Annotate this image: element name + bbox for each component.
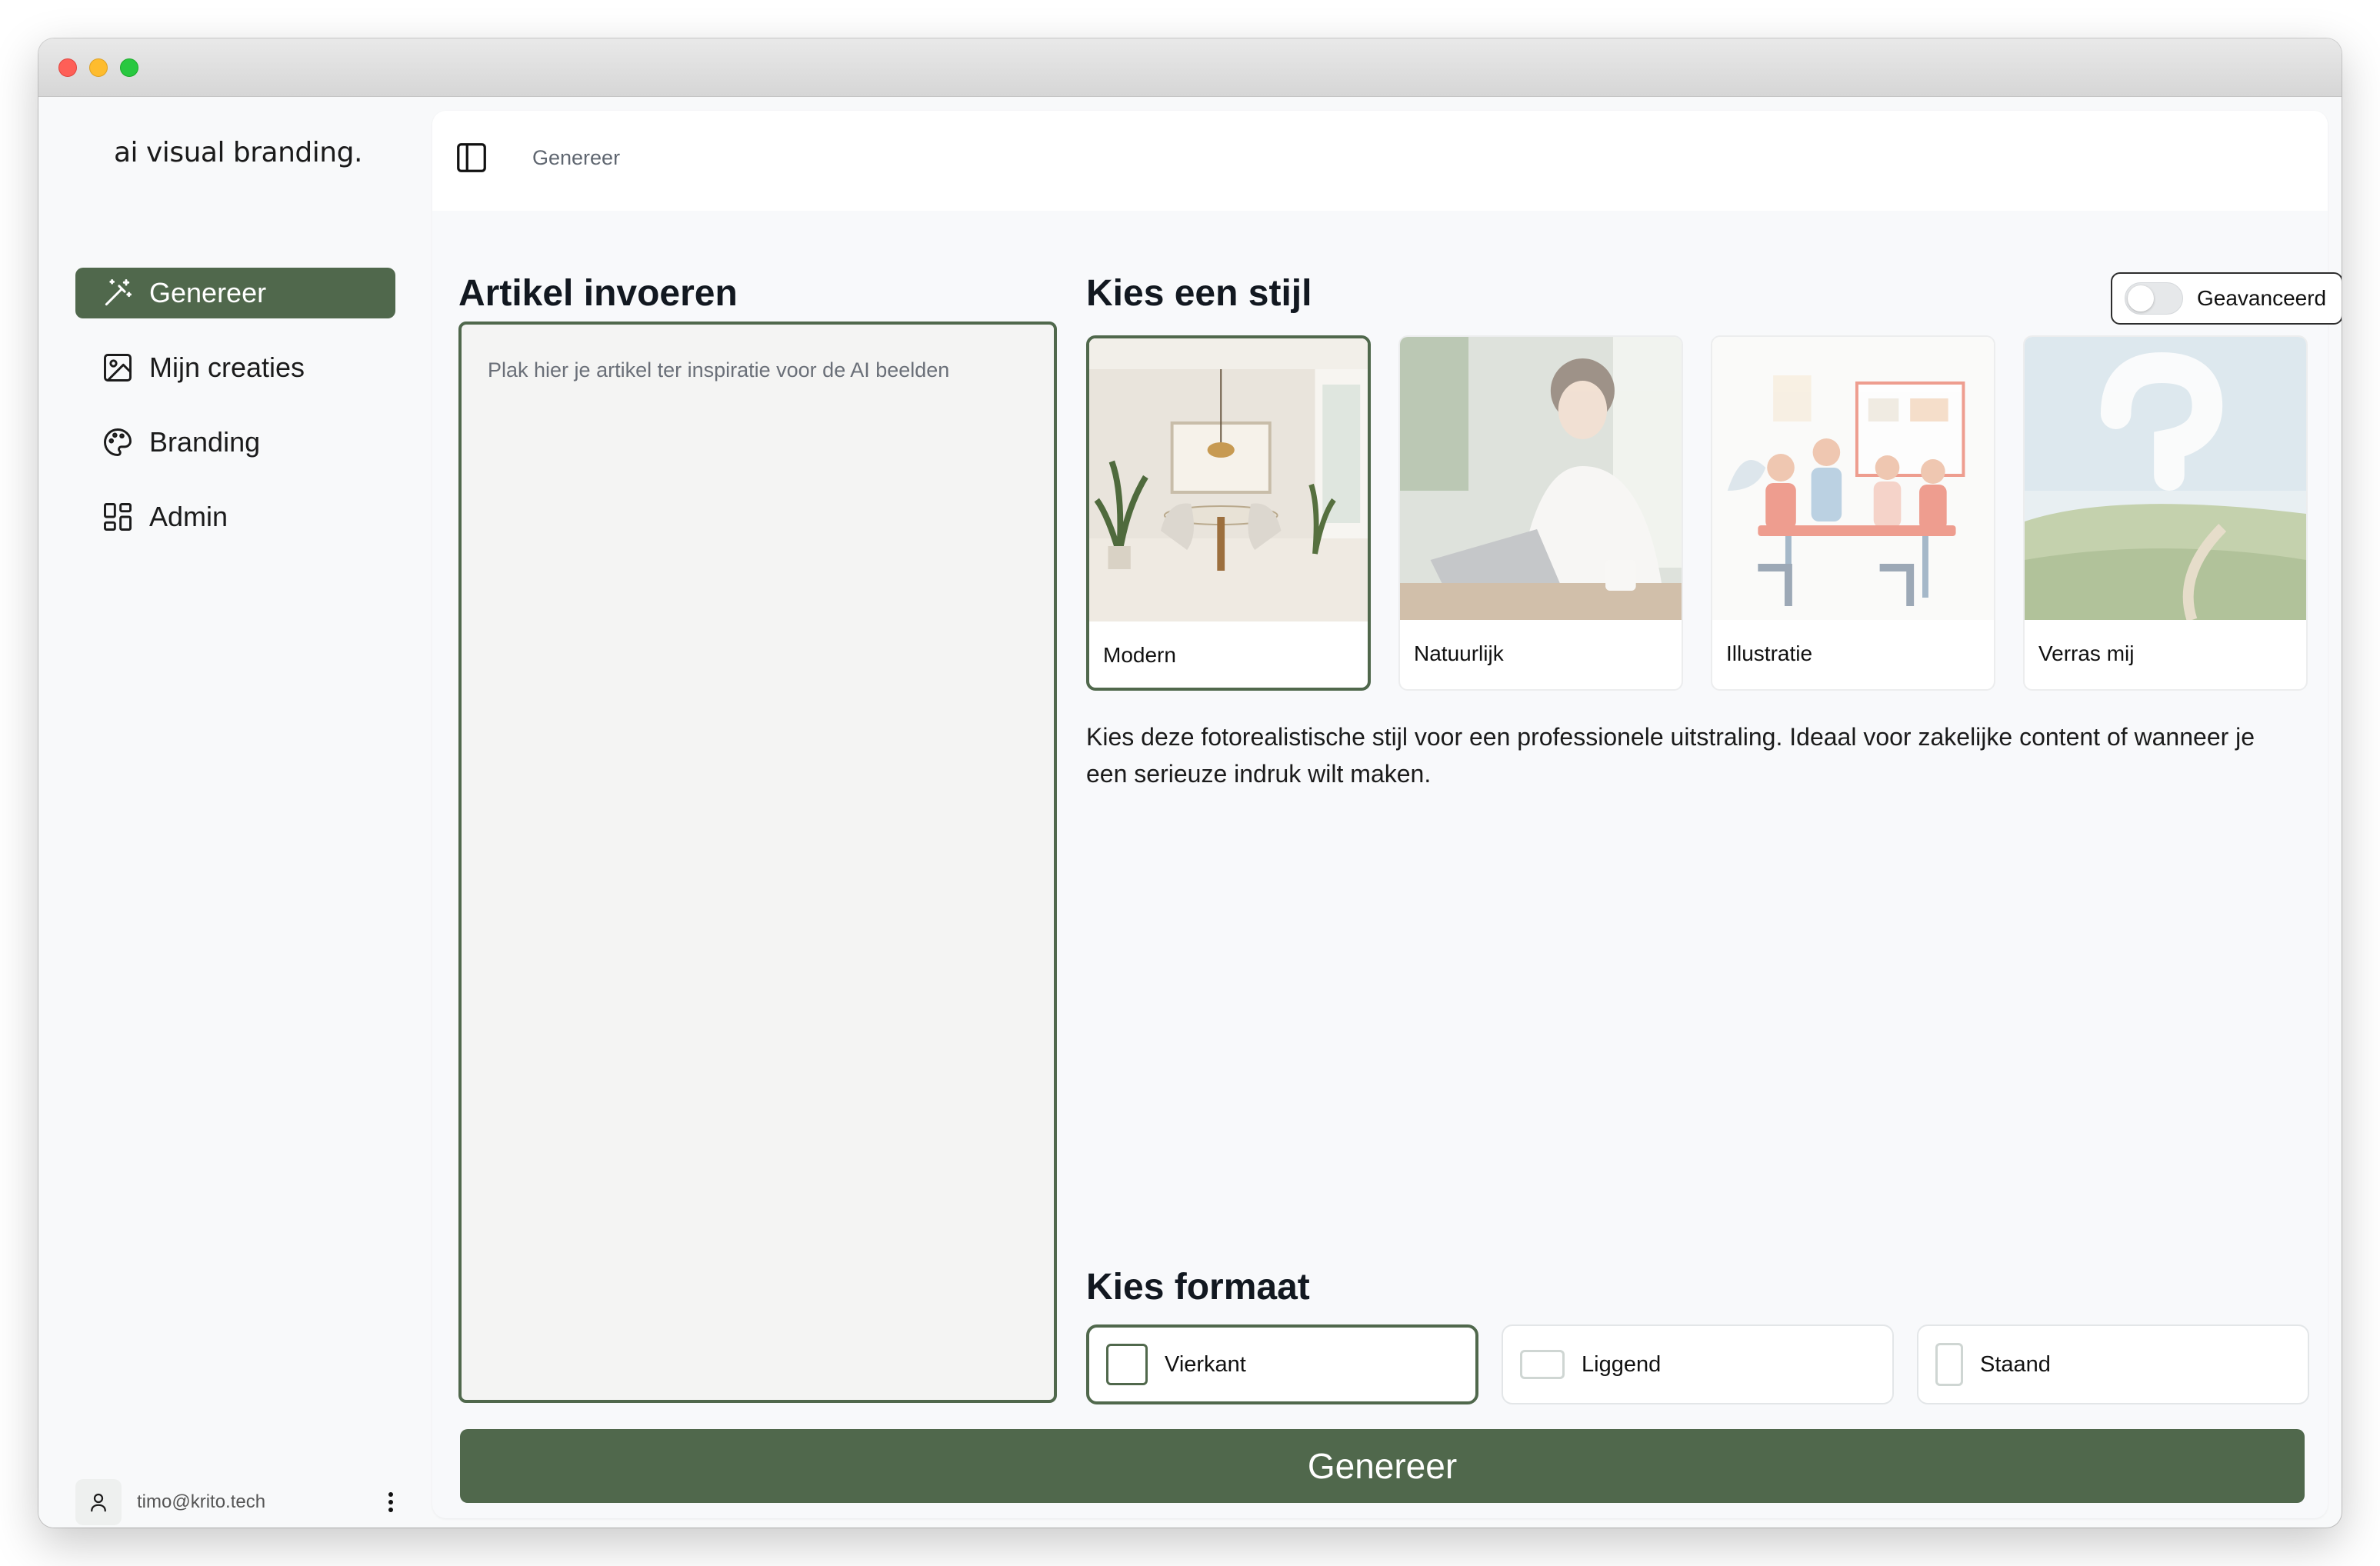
article-section-title: Artikel invoeren: [458, 273, 738, 314]
main-header: Genereer: [432, 111, 2328, 211]
style-thumbnail-natuurlijk: [1400, 337, 1682, 620]
article-input-box: [458, 322, 1057, 1403]
app-window: ai visual branding. Genereer Mijn creati…: [38, 38, 2342, 1528]
sidebar-item-label: Mijn creaties: [149, 352, 305, 383]
advanced-switch[interactable]: [2125, 282, 2183, 315]
format-option-label: Liggend: [1582, 1351, 1662, 1377]
style-card-label: Modern: [1103, 643, 1176, 667]
user-icon: [91, 1493, 106, 1512]
user-account-row[interactable]: timo@krito.tech: [75, 1478, 406, 1526]
style-thumbnail-verras-mij: [2025, 337, 2306, 620]
style-card-modern[interactable]: Modern: [1086, 335, 1371, 691]
dashboard-grid-icon: [100, 499, 135, 535]
style-card-label: Natuurlijk: [1414, 641, 1504, 665]
title-bar: [38, 38, 2342, 97]
sidebar-item-label: Admin: [149, 501, 228, 532]
style-card-natuurlijk[interactable]: Natuurlijk: [1398, 335, 1683, 691]
close-window-button[interactable]: [58, 58, 77, 77]
sidebar-item-admin[interactable]: Admin: [75, 491, 395, 542]
user-email: timo@krito.tech: [137, 1491, 266, 1512]
article-textarea[interactable]: [462, 325, 1054, 1400]
sidebar-item-branding[interactable]: Branding: [75, 417, 395, 468]
avatar: [75, 1479, 122, 1525]
generate-button[interactable]: Genereer: [460, 1429, 2305, 1503]
sidebar-item-label: Branding: [149, 426, 261, 458]
style-section-title: Kies een stijl: [1086, 273, 1312, 314]
style-description: Kies deze fotorealistische stijl voor ee…: [1086, 723, 2255, 788]
minimize-window-button[interactable]: [89, 58, 108, 77]
zoom-window-button[interactable]: [120, 58, 138, 77]
image-icon: [100, 350, 135, 385]
square-format-icon: [1106, 1344, 1148, 1385]
advanced-toggle[interactable]: Geavanceerd: [2111, 272, 2342, 325]
sidebar-item-genereer[interactable]: Genereer: [75, 268, 395, 318]
magic-wand-icon: [100, 275, 135, 311]
main-panel: Genereer Artikel invoeren Kies een stijl…: [432, 111, 2342, 1518]
style-card-verras-mij[interactable]: Verras mij: [2023, 335, 2308, 691]
sidebar-item-label: Genereer: [149, 277, 267, 308]
format-section-title: Kies formaat: [1086, 1267, 1310, 1308]
sidebar: ai visual branding. Genereer Mijn creati…: [38, 97, 431, 1528]
style-card-label: Verras mij: [2038, 641, 2135, 665]
advanced-label: Geavanceerd: [2197, 286, 2327, 310]
style-card-label: Illustratie: [1726, 641, 1813, 665]
breadcrumb: Genereer: [532, 146, 621, 169]
landscape-format-icon: [1520, 1350, 1565, 1379]
portrait-format-icon: [1935, 1343, 1963, 1386]
more-options-icon[interactable]: [375, 1483, 406, 1521]
format-option-staand[interactable]: Staand: [1917, 1324, 2309, 1404]
switch-knob: [2128, 285, 2154, 312]
format-option-label: Vierkant: [1165, 1351, 1246, 1377]
style-thumbnail-illustratie: [1712, 337, 1994, 620]
sidebar-item-mijn-creaties[interactable]: Mijn creaties: [75, 342, 395, 393]
format-option-liggend[interactable]: Liggend: [1502, 1324, 1894, 1404]
format-option-vierkant[interactable]: Vierkant: [1086, 1324, 1478, 1404]
style-card-illustratie[interactable]: Illustratie: [1711, 335, 1995, 691]
brand-logo: ai visual branding.: [114, 137, 362, 168]
palette-icon: [100, 425, 135, 460]
format-option-label: Staand: [1980, 1351, 2051, 1377]
sidebar-toggle-icon[interactable]: [454, 140, 489, 175]
style-thumbnail-modern: [1089, 338, 1368, 621]
